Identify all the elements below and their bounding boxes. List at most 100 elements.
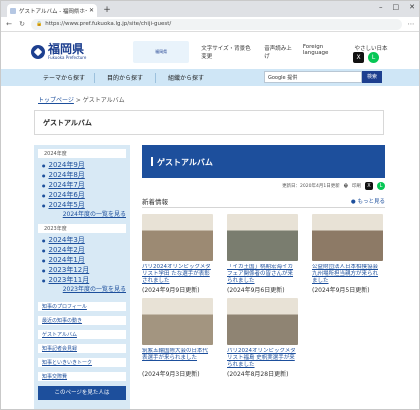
x-share-icon[interactable]: X bbox=[353, 52, 364, 63]
album-title-link[interactable]: 筑紫五輪国際大会の日本代表選手が来られました bbox=[142, 348, 213, 369]
tab-title: ゲストアルバム - 福岡県ホームページ bbox=[19, 8, 87, 15]
breadcrumb-home[interactable]: トップページ bbox=[38, 97, 74, 104]
header-banner: 福岡県 bbox=[132, 41, 190, 63]
favicon-icon bbox=[10, 7, 16, 14]
album-card[interactable]: パリ2024オリンピックメダリスト福島 史帆実選手が来られました (2024年8… bbox=[227, 298, 298, 378]
minimize-icon[interactable]: – bbox=[379, 3, 383, 11]
see-all-2024-link[interactable]: 2024年度の一覧を見る bbox=[38, 210, 126, 221]
page-meta: 更新日：2020年4月1日更新 🖶 印刷 X L bbox=[142, 178, 385, 194]
browser-tab[interactable]: ゲストアルバム - 福岡県ホームページ ✕ bbox=[7, 4, 97, 17]
month-link[interactable]: 2024年5月 bbox=[42, 200, 126, 210]
album-title-link[interactable]: 公益財団法人日本相撲協会九州場所担当親方が来られました bbox=[312, 264, 383, 285]
prefecture-emblem-icon bbox=[31, 45, 45, 59]
month-link[interactable]: 2024年6月 bbox=[42, 190, 126, 200]
browser-window: ゲストアルバム - 福岡県ホームページ ✕ + – □ ✕ ← ↻ 🔒 http… bbox=[0, 0, 420, 410]
window-controls: – □ ✕ bbox=[379, 3, 415, 11]
album-date: (2024年9月9日更新) bbox=[142, 287, 200, 294]
month-list-2024: 2024年9月 2024年8月 2024年7月 2024年6月 2024年5月 bbox=[38, 160, 126, 210]
album-date: (2024年9月6日更新) bbox=[227, 287, 285, 294]
tab-bar: ゲストアルバム - 福岡県ホームページ ✕ + – □ ✕ bbox=[1, 1, 419, 17]
month-link[interactable]: 2023年11月 bbox=[42, 275, 126, 285]
more-link-label: もっと見る bbox=[357, 198, 385, 205]
site-logo[interactable]: 福岡県 Fukuoka Prefecture bbox=[31, 42, 131, 60]
album-title-link[interactable]: パリ2024オリンピックメダリスト学田 たな選手が表彰されました bbox=[142, 264, 213, 285]
see-all-2023-link[interactable]: 2023年度の一覧を見る bbox=[38, 285, 126, 296]
util-font-size[interactable]: 文字サイズ・背景色変更 bbox=[201, 44, 255, 60]
logo-text: 福岡県 bbox=[48, 42, 85, 56]
related-visitors-box: このページを見た人は bbox=[38, 386, 126, 400]
nav-theme[interactable]: テーマから探す bbox=[34, 73, 94, 82]
year-heading-2024: 2024年度 bbox=[38, 149, 126, 158]
month-link[interactable]: 2024年3月 bbox=[42, 235, 126, 245]
menu-dots-icon[interactable]: ⋯ bbox=[407, 20, 415, 28]
album-title-link[interactable]: 「イカ王国」桃期宏海イカフェア関係者の皆さんが来られました bbox=[227, 264, 298, 285]
search-input[interactable]: Google 提供 bbox=[264, 71, 362, 83]
sidebar-link-activities[interactable]: 最近の知事の動き bbox=[38, 316, 126, 325]
year-heading-2023: 2023年度 bbox=[38, 224, 126, 233]
month-link[interactable]: 2024年2月 bbox=[42, 245, 126, 255]
album-title-link[interactable]: パリ2024オリンピックメダリスト福島 史帆実選手が来られました bbox=[227, 348, 298, 369]
album-card[interactable]: 「イカ王国」桃期宏海イカフェア関係者の皆さんが来られました (2024年9月6日… bbox=[227, 214, 298, 294]
album-card[interactable]: 公益財団法人日本相撲協会九州場所担当親方が来られました (2024年9月5日更新… bbox=[312, 214, 383, 294]
logo-subtext: Fukuoka Prefecture bbox=[48, 55, 87, 60]
breadcrumb-separator: > bbox=[73, 97, 83, 104]
print-icon[interactable]: 🖶 bbox=[344, 182, 348, 190]
album-photo[interactable] bbox=[312, 214, 383, 261]
updated-date: 更新日：2020年4月1日更新 bbox=[282, 184, 340, 189]
search-button[interactable]: 検索 bbox=[362, 71, 382, 83]
util-foreign-language[interactable]: Foreign language bbox=[303, 44, 346, 60]
print-link[interactable]: 印刷 bbox=[352, 183, 361, 189]
sidebar-link-talk[interactable]: 知事といきいきトーク bbox=[38, 358, 126, 367]
news-section-header: 新着情報 ● もっと見る bbox=[142, 194, 385, 208]
new-tab-button[interactable]: + bbox=[101, 5, 113, 17]
album-photo[interactable] bbox=[142, 298, 213, 345]
sidebar-link-expenses[interactable]: 知事交際費 bbox=[38, 372, 126, 381]
page-content: 福岡県 Fukuoka Prefecture 福岡県 文字サイズ・背景色変更 音… bbox=[1, 32, 419, 409]
url-text: https://www.pref.fukuoka.lg.jp/site/chij… bbox=[45, 21, 172, 27]
album-card[interactable]: パリ2024オリンピックメダリスト学田 たな選手が表彰されました (2024年9… bbox=[142, 214, 213, 294]
line-share-icon[interactable]: L bbox=[368, 52, 379, 63]
lock-icon: 🔒 bbox=[36, 21, 43, 27]
album-photo[interactable] bbox=[142, 214, 213, 261]
sidebar-link-guest-album[interactable]: ゲストアルバム bbox=[38, 330, 126, 339]
month-link[interactable]: 2023年12月 bbox=[42, 265, 126, 275]
nav-purpose[interactable]: 目的から探す bbox=[95, 73, 155, 82]
album-date: (2024年9月3日更新) bbox=[142, 371, 200, 378]
more-link[interactable]: ● もっと見る bbox=[351, 197, 385, 205]
month-link[interactable]: 2024年8月 bbox=[42, 170, 126, 180]
url-field[interactable]: 🔒 https://www.pref.fukuoka.lg.jp/site/ch… bbox=[31, 18, 402, 30]
sidebar-link-press[interactable]: 知事記者会見録 bbox=[38, 344, 126, 353]
global-nav: テーマから探す 目的から探す 組織から探す Google 提供 検索 bbox=[1, 69, 419, 86]
banner-text: 福岡県 bbox=[155, 49, 168, 54]
nav-organization[interactable]: 組織から探す bbox=[156, 73, 216, 82]
album-grid: パリ2024オリンピックメダリスト学田 たな選手が表彰されました (2024年9… bbox=[142, 214, 385, 378]
month-list-2023: 2024年3月 2024年2月 2024年1月 2023年12月 2023年11… bbox=[38, 235, 126, 285]
album-photo[interactable] bbox=[227, 214, 298, 261]
maximize-icon[interactable]: □ bbox=[393, 3, 400, 11]
site-search: Google 提供 検索 bbox=[264, 71, 382, 83]
back-icon[interactable]: ← bbox=[5, 20, 13, 28]
album-date: (2024年8月28日更新) bbox=[227, 371, 289, 378]
month-link[interactable]: 2024年1月 bbox=[42, 255, 126, 265]
album-date: (2024年9月5日更新) bbox=[312, 287, 370, 294]
breadcrumb-current: ゲストアルバム bbox=[82, 97, 125, 104]
album-photo[interactable] bbox=[227, 298, 298, 345]
month-link[interactable]: 2024年7月 bbox=[42, 180, 126, 190]
main-content: ゲストアルバム 更新日：2020年4月1日更新 🖶 印刷 X L 新着情報 ● … bbox=[142, 145, 385, 378]
month-link[interactable]: 2024年9月 bbox=[42, 160, 126, 170]
address-bar-row: ← ↻ 🔒 https://www.pref.fukuoka.lg.jp/sit… bbox=[1, 17, 419, 32]
sidebar: 2024年度 2024年9月 2024年8月 2024年7月 2024年6月 2… bbox=[34, 145, 130, 409]
reload-icon[interactable]: ↻ bbox=[18, 20, 26, 28]
page-title: ゲストアルバム bbox=[34, 110, 384, 135]
news-title: 新着情報 bbox=[142, 197, 168, 206]
close-window-icon[interactable]: ✕ bbox=[409, 3, 415, 11]
main-heading: ゲストアルバム bbox=[142, 145, 385, 178]
album-card[interactable]: 筑紫五輪国際大会の日本代表選手が来られました (2024年9月3日更新) bbox=[142, 298, 213, 378]
breadcrumb: トップページ > ゲストアルバム bbox=[38, 95, 125, 104]
util-read-aloud[interactable]: 音声読み上げ bbox=[264, 44, 294, 60]
close-tab-icon[interactable]: ✕ bbox=[89, 7, 94, 14]
x-share-icon[interactable]: X bbox=[365, 182, 373, 190]
social-icons: X L bbox=[353, 52, 379, 63]
line-share-icon[interactable]: L bbox=[377, 182, 385, 190]
sidebar-link-profile[interactable]: 知事のプロフィール bbox=[38, 302, 126, 311]
